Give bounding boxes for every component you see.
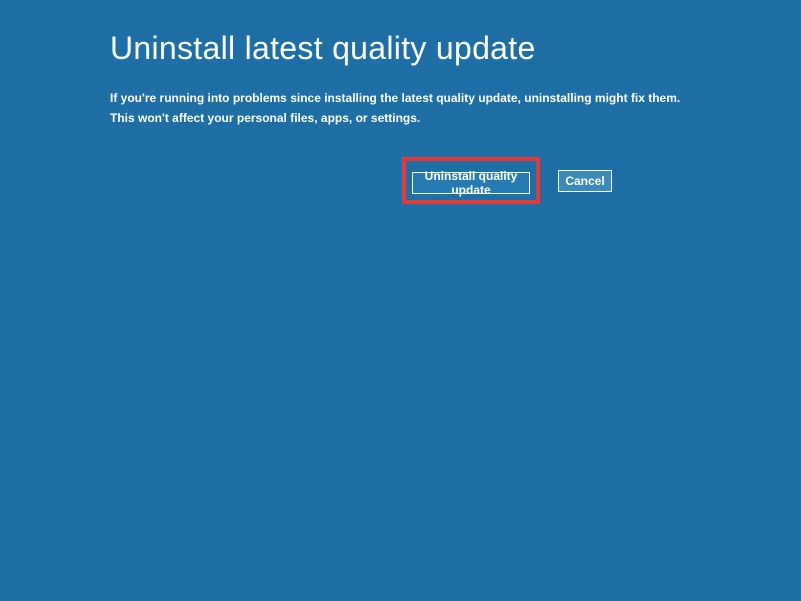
page-title: Uninstall latest quality update bbox=[110, 30, 801, 67]
description-line-1: If you're running into problems since in… bbox=[110, 91, 801, 105]
description-line-2: This won't affect your personal files, a… bbox=[110, 111, 801, 125]
recovery-screen: Uninstall latest quality update If you'r… bbox=[0, 0, 801, 204]
uninstall-quality-update-button[interactable]: Uninstall quality update bbox=[412, 172, 530, 194]
button-row: Uninstall quality update Cancel bbox=[402, 157, 801, 204]
highlight-box: Uninstall quality update bbox=[402, 157, 540, 204]
cancel-button[interactable]: Cancel bbox=[558, 170, 612, 192]
